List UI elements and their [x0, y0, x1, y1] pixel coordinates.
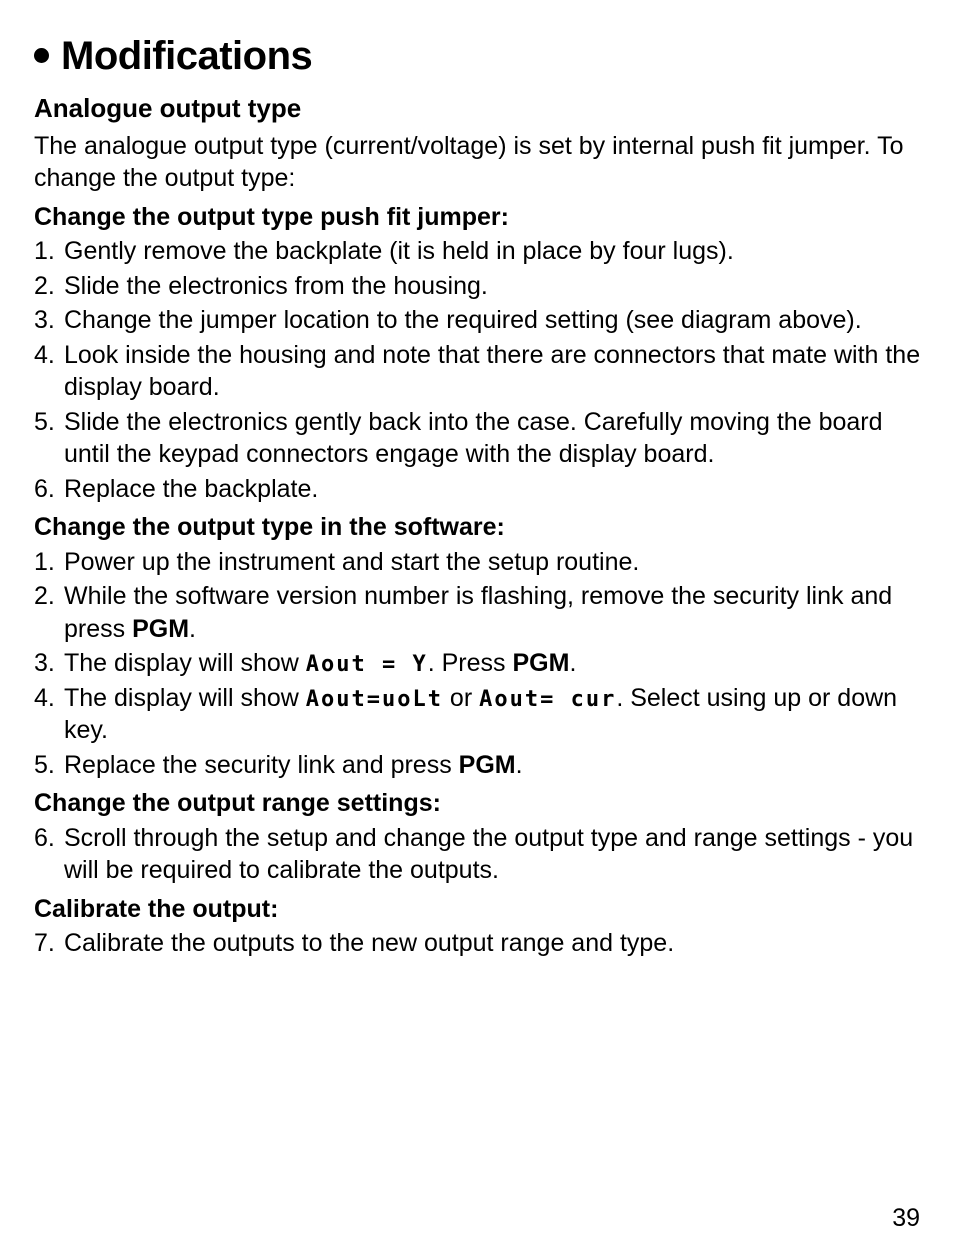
group-title-range: Change the output range settings: — [34, 787, 922, 820]
item-text: Change the jumper location to the requir… — [64, 304, 922, 337]
text-fragment: . — [516, 751, 523, 779]
list-item: 4.Look inside the housing and note that … — [34, 339, 922, 404]
pgm-label: PGM — [132, 615, 189, 643]
item-number: 7. — [34, 927, 64, 960]
list-item: 7.Calibrate the outputs to the new outpu… — [34, 927, 922, 960]
item-text: Scroll through the setup and change the … — [64, 822, 922, 887]
group-title-jumper: Change the output type push fit jumper: — [34, 201, 922, 234]
text-fragment: Replace the security link and press — [64, 751, 459, 779]
group-title-calibrate: Calibrate the output: — [34, 893, 922, 926]
section-intro: The analogue output type (current/voltag… — [34, 130, 922, 195]
list-item: 5.Slide the electronics gently back into… — [34, 406, 922, 471]
display-segment: Aout=uoLt — [306, 687, 443, 712]
item-text: Power up the instrument and start the se… — [64, 546, 922, 579]
item-number: 2. — [34, 580, 64, 613]
jumper-steps-list: 1.Gently remove the backplate (it is hel… — [34, 235, 922, 505]
item-text: Gently remove the backplate (it is held … — [64, 235, 922, 268]
text-fragment: . — [189, 615, 196, 643]
list-item: 3. The display will show Aout = Y. Press… — [34, 647, 922, 680]
page-heading: Modifications — [34, 30, 922, 82]
section-title: Analogue output type — [34, 92, 922, 126]
item-number: 4. — [34, 339, 64, 372]
text-fragment: The display will show — [64, 649, 306, 677]
list-item: 4. The display will show Aout=uoLt or Ao… — [34, 682, 922, 747]
item-number: 4. — [34, 682, 64, 715]
item-number: 1. — [34, 546, 64, 579]
list-item: 6.Replace the backplate. — [34, 473, 922, 506]
text-fragment: or — [443, 684, 479, 712]
item-number: 5. — [34, 749, 64, 782]
list-item: 1.Gently remove the backplate (it is hel… — [34, 235, 922, 268]
display-segment: Aout = Y — [306, 652, 428, 677]
group-title-software: Change the output type in the software: — [34, 511, 922, 544]
item-text: Replace the backplate. — [64, 473, 922, 506]
item-text: While the software version number is fla… — [64, 580, 922, 645]
text-fragment: . Press — [428, 649, 513, 677]
item-number: 3. — [34, 304, 64, 337]
pgm-label: PGM — [512, 649, 569, 677]
item-number: 6. — [34, 822, 64, 855]
item-number: 1. — [34, 235, 64, 268]
list-item: 5. Replace the security link and press P… — [34, 749, 922, 782]
calibrate-steps-list: 7.Calibrate the outputs to the new outpu… — [34, 927, 922, 960]
list-item: 1.Power up the instrument and start the … — [34, 546, 922, 579]
bullet-icon — [34, 48, 49, 63]
item-text: Look inside the housing and note that th… — [64, 339, 922, 404]
item-number: 6. — [34, 473, 64, 506]
item-number: 2. — [34, 270, 64, 303]
list-item: 3.Change the jumper location to the requ… — [34, 304, 922, 337]
item-text: The display will show Aout=uoLt or Aout=… — [64, 682, 922, 747]
text-fragment: . — [569, 649, 576, 677]
item-text: Slide the electronics from the housing. — [64, 270, 922, 303]
heading-text: Modifications — [61, 34, 312, 78]
item-text: Calibrate the outputs to the new output … — [64, 927, 922, 960]
item-text: The display will show Aout = Y. Press PG… — [64, 647, 922, 680]
text-fragment: The display will show — [64, 684, 306, 712]
list-item: 2. While the software version number is … — [34, 580, 922, 645]
list-item: 2.Slide the electronics from the housing… — [34, 270, 922, 303]
item-number: 3. — [34, 647, 64, 680]
software-steps-list: 1.Power up the instrument and start the … — [34, 546, 922, 782]
item-text: Slide the electronics gently back into t… — [64, 406, 922, 471]
item-number: 5. — [34, 406, 64, 439]
range-steps-list: 6.Scroll through the setup and change th… — [34, 822, 922, 887]
list-item: 6.Scroll through the setup and change th… — [34, 822, 922, 887]
display-segment: Aout= cur — [479, 687, 616, 712]
item-text: Replace the security link and press PGM. — [64, 749, 922, 782]
pgm-label: PGM — [459, 751, 516, 779]
page-number: 39 — [892, 1202, 920, 1235]
